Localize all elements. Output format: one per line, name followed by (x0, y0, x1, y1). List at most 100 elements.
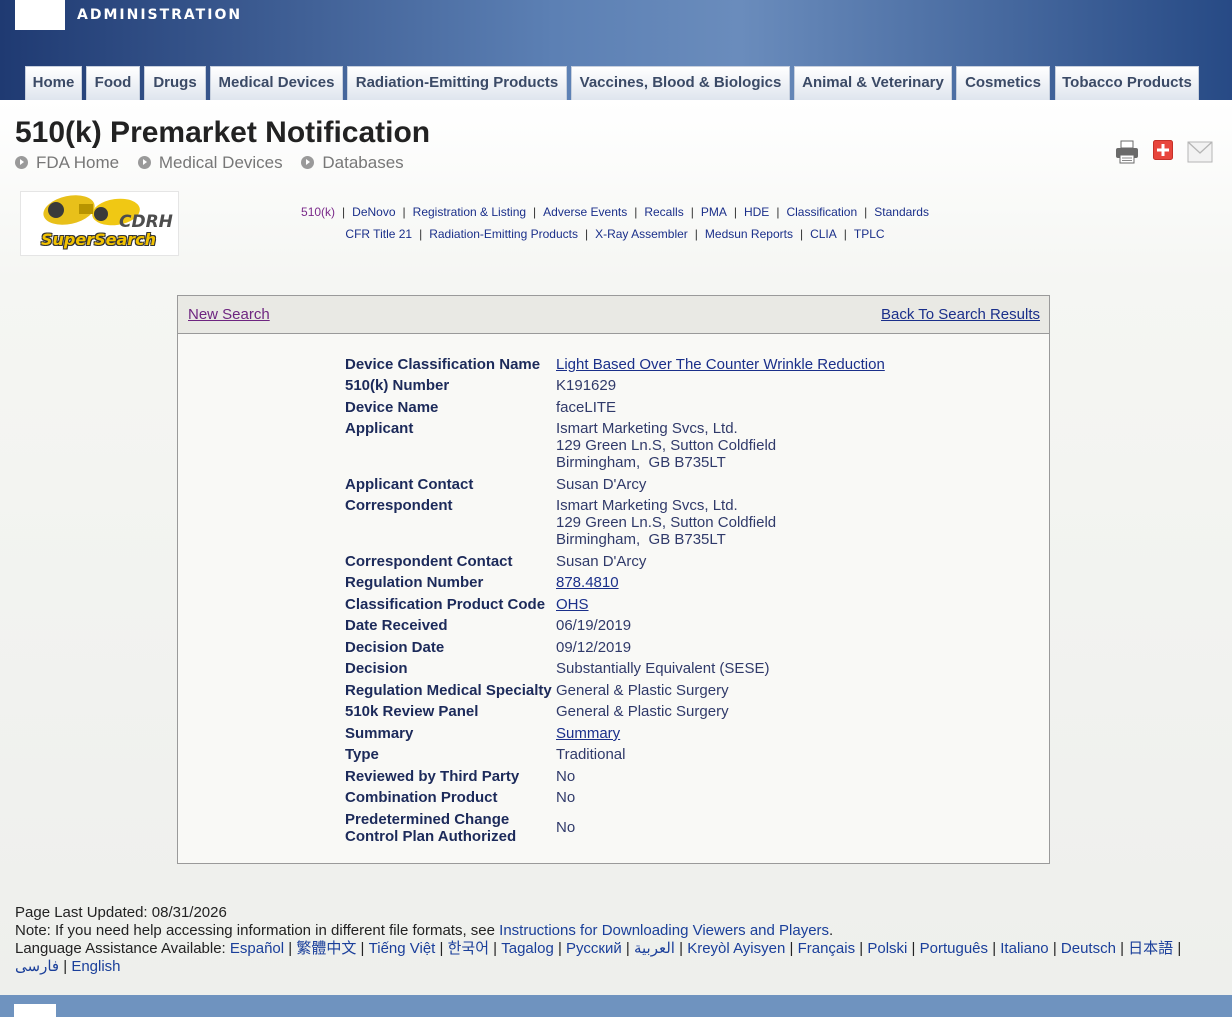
link-pma[interactable]: PMA (701, 205, 727, 219)
agency-name: ADMINISTRATION (77, 7, 243, 23)
breadcrumb-databases[interactable]: Databases (301, 153, 404, 173)
address-line: 129 Green Ln.S, Sutton Coldfield (556, 514, 777, 531)
field-value: General & Plastic Surgery (556, 703, 729, 720)
file-formats-note: Note: If you need help accessing informa… (15, 922, 1220, 940)
record-panel: New Search Back To Search Results Device… (177, 295, 1050, 864)
link-xray-assembler[interactable]: X-Ray Assembler (595, 227, 688, 241)
language-link-korean[interactable]: 한국어 (448, 940, 489, 957)
nav-tab-medical-devices[interactable]: Medical Devices (210, 66, 343, 100)
language-link-german[interactable]: Deutsch (1061, 940, 1116, 957)
language-link-polish[interactable]: Polski (867, 940, 907, 957)
language-link-japanese[interactable]: 日本語 (1128, 940, 1173, 957)
nav-tab-radiation-emitting-products[interactable]: Radiation-Emitting Products (347, 66, 567, 100)
last-updated: Page Last Updated: 08/31/2026 (15, 904, 227, 921)
field-label: Predetermined Change Control Plan Author… (345, 811, 557, 845)
language-link-portuguese[interactable]: Português (920, 940, 988, 957)
breadcrumb-label: Medical Devices (158, 153, 283, 172)
field-label: Decision Date (345, 639, 445, 656)
field-label: Reviewed by Third Party (345, 768, 520, 785)
chevron-right-icon (137, 156, 151, 169)
logo-text-cdrh: CDRH (119, 212, 173, 232)
field-label: Combination Product (345, 789, 498, 806)
page-title: 510(k) Premarket Notification (15, 116, 431, 149)
field-value: Ismart Marketing Svcs, Ltd. 129 Green Ln… (556, 497, 1036, 548)
nav-tab-drugs[interactable]: Drugs (144, 66, 206, 100)
language-link-chinese[interactable]: 繁體中文 (296, 940, 356, 957)
field-label: Correspondent (345, 497, 453, 514)
address-line: 129 Green Ln.S, Sutton Coldfield (556, 437, 777, 454)
chevron-right-icon (15, 156, 28, 169)
cdrh-supersearch-logo[interactable]: CDRH SuperSearch (20, 191, 179, 256)
field-value: faceLITE (556, 399, 617, 416)
field-value: Susan D'Arcy (556, 476, 647, 493)
link-medsun-reports[interactable]: Medsun Reports (705, 227, 793, 241)
masthead: ADMINISTRATION Home Food Drugs Medical D… (0, 0, 1232, 100)
fda-logo[interactable] (15, 0, 65, 30)
field-label: Correspondent Contact (345, 553, 513, 570)
language-link-arabic[interactable]: العربية (634, 940, 675, 957)
field-value: No (556, 789, 576, 806)
field-label: 510(k) Number (345, 377, 450, 394)
note-text: Note: If you need help accessing informa… (15, 922, 500, 939)
language-link-farsi[interactable]: فارسی (15, 958, 59, 975)
nav-tab-tobacco-products[interactable]: Tobacco Products (1055, 66, 1199, 100)
field-label: 510k Review Panel (345, 703, 479, 720)
link-recalls[interactable]: Recalls (644, 205, 683, 219)
link-adverse-events[interactable]: Adverse Events (543, 205, 627, 219)
field-label: Regulation Number (345, 574, 484, 591)
footer-bar (0, 995, 1232, 1017)
note-text: . (829, 922, 834, 939)
link-clia[interactable]: CLIA (810, 227, 837, 241)
logo-text-supersearch: SuperSearch (41, 230, 157, 249)
link-registration-listing[interactable]: Registration & Listing (413, 205, 526, 219)
link-tplc[interactable]: TPLC (854, 227, 885, 241)
field-value: General & Plastic Surgery (556, 682, 729, 699)
page-footer: Page Last Updated: 08/31/2026 Note: If y… (15, 904, 1220, 976)
print-icon[interactable] (1115, 140, 1139, 164)
summary-link[interactable]: Summary (556, 725, 620, 742)
field-value: Substantially Equivalent (SESE) (556, 660, 770, 677)
language-link-haitian-creole[interactable]: Kreyòl Ayisyen (687, 940, 785, 957)
field-label: Classification Product Code (345, 596, 546, 613)
breadcrumb-fda-home[interactable]: FDA Home (15, 153, 119, 173)
new-search-link[interactable]: New Search (188, 306, 270, 323)
field-label: Device Name (345, 399, 439, 416)
email-icon[interactable] (1187, 140, 1213, 164)
language-label: Language Assistance Available: (15, 940, 230, 957)
language-link-russian[interactable]: Русский (566, 940, 622, 957)
nav-tab-animal-veterinary[interactable]: Animal & Veterinary (794, 66, 952, 100)
nav-tab-cosmetics[interactable]: Cosmetics (956, 66, 1050, 100)
language-link-english[interactable]: English (71, 958, 120, 975)
breadcrumb-medical-devices[interactable]: Medical Devices (137, 153, 283, 173)
address-line: Birmingham, GB B735LT (556, 531, 726, 548)
device-classification-link[interactable]: Light Based Over The Counter Wrinkle Red… (556, 356, 885, 373)
language-link-italian[interactable]: Italiano (1000, 940, 1048, 957)
link-510k[interactable]: 510(k) (301, 205, 335, 219)
link-radiation-emitting-products[interactable]: Radiation-Emitting Products (429, 227, 578, 241)
nav-tab-vaccines-blood-biologics[interactable]: Vaccines, Blood & Biologics (571, 66, 790, 100)
address-line: Birmingham, GB B735LT (556, 454, 726, 471)
link-cfr-title-21[interactable]: CFR Title 21 (345, 227, 412, 241)
nav-tab-food[interactable]: Food (86, 66, 140, 100)
language-assistance: Language Assistance Available: Español |… (15, 940, 1182, 975)
field-value: No (556, 819, 576, 836)
link-classification[interactable]: Classification (786, 205, 857, 219)
link-hde[interactable]: HDE (744, 205, 769, 219)
link-standards[interactable]: Standards (874, 205, 929, 219)
language-link-spanish[interactable]: Español (230, 940, 284, 957)
language-link-tagalog[interactable]: Tagalog (501, 940, 554, 957)
language-link-vietnamese[interactable]: Tiếng Việt (369, 940, 436, 957)
product-code-link[interactable]: OHS (556, 596, 589, 613)
viewers-players-link[interactable]: Instructions for Downloading Viewers and… (499, 922, 829, 939)
link-denovo[interactable]: DeNovo (352, 205, 395, 219)
breadcrumb-label: Databases (322, 153, 404, 172)
back-to-results-link[interactable]: Back To Search Results (881, 306, 1040, 323)
chevron-right-icon (301, 156, 315, 169)
regulation-number-link[interactable]: 878.4810 (556, 574, 619, 591)
field-label: Device Classification Name (345, 356, 541, 373)
add-share-icon[interactable] (1153, 140, 1173, 160)
fda-footer-logo[interactable] (14, 1004, 56, 1017)
database-links-row-2: CFR Title 21 | Radiation-Emitting Products… (345, 227, 885, 241)
language-link-french[interactable]: Français (798, 940, 856, 957)
nav-tab-home[interactable]: Home (25, 66, 82, 100)
